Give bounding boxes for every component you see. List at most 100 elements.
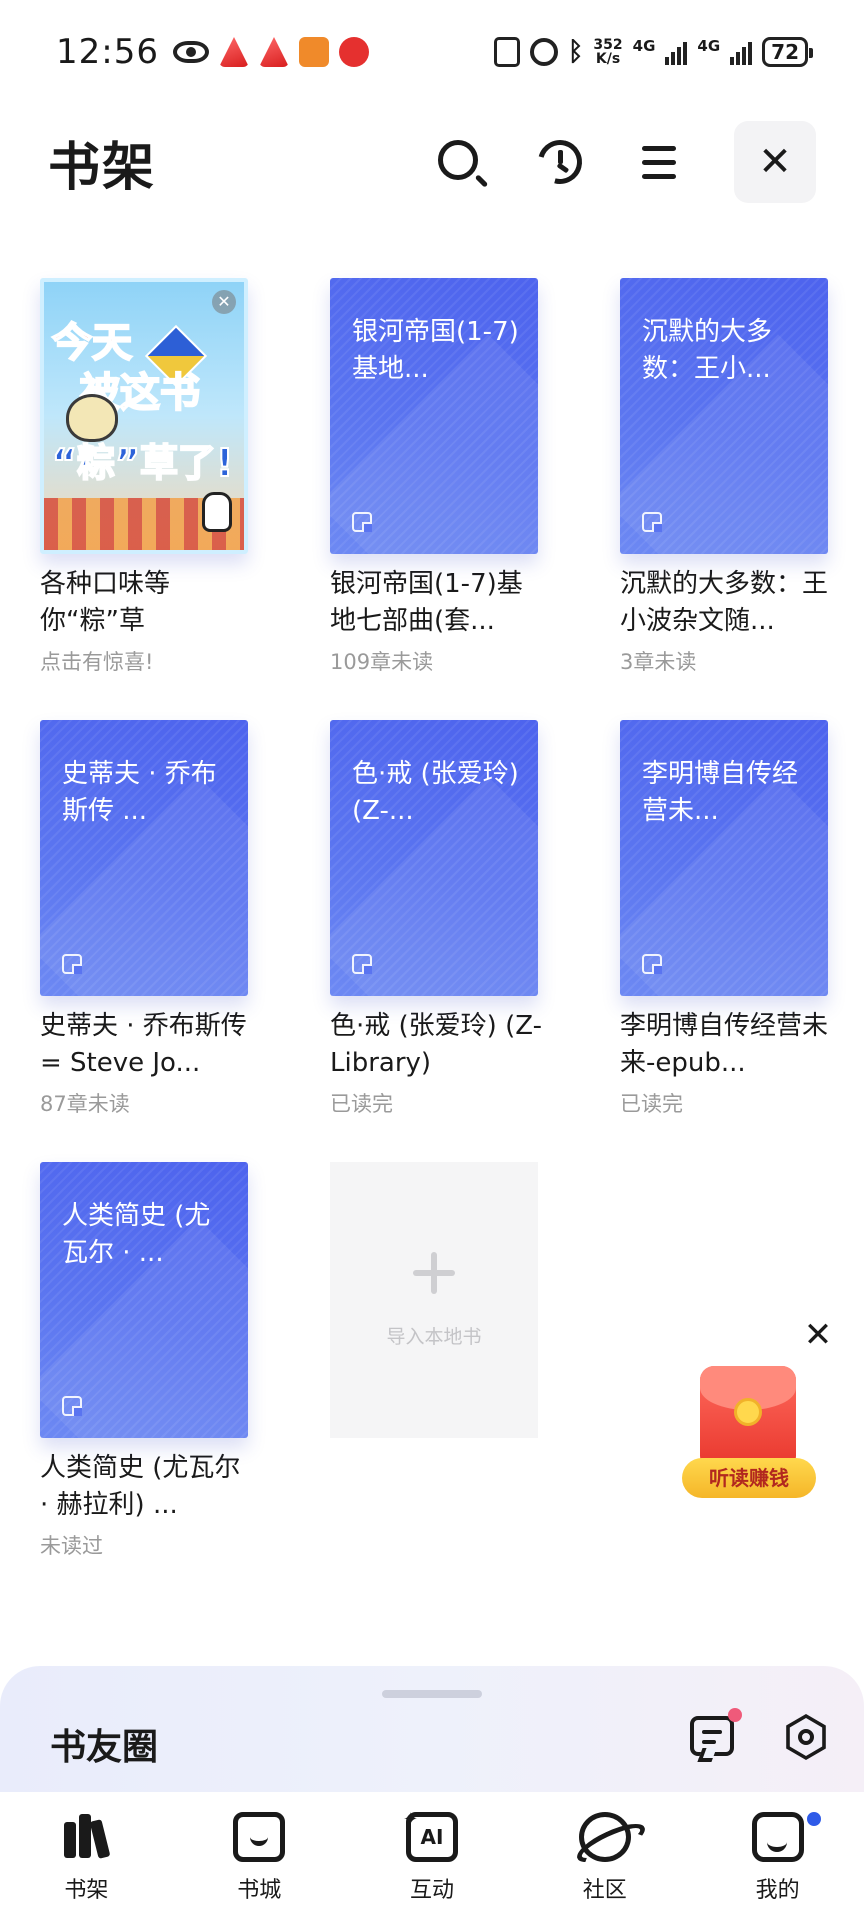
social-circle-bar[interactable]: 书友圈 — [0, 1666, 864, 1792]
book-status: 未读过 — [40, 1534, 103, 1558]
book-title[interactable]: 各种口味等你“粽”草 — [40, 566, 252, 640]
social-circle-title[interactable]: 书友圈 — [50, 1718, 158, 1770]
nav-label: 社区 — [582, 1878, 627, 1903]
cover-title: 银河帝国(1-7)基地... — [352, 317, 519, 384]
nav-item-bookshelf[interactable]: 书架 — [0, 1792, 173, 1920]
nav-label: 书城 — [237, 1878, 282, 1903]
book-status: 3章未读 — [620, 650, 697, 674]
profile-icon — [751, 1812, 804, 1862]
cover-title: 沉默的大多数：王小... — [642, 317, 773, 384]
cover-title: 色·戒 (张爱玲) (Z-... — [352, 759, 519, 826]
book-status: 87章未读 — [40, 1092, 130, 1116]
file-icon — [352, 512, 372, 532]
book-title[interactable]: 沉默的大多数：王小波杂文随... — [620, 566, 832, 640]
book-cover[interactable]: 李明博自传经营未... — [620, 720, 828, 996]
file-icon — [642, 512, 662, 532]
book-title[interactable]: 李明博自传经营未来-epub... — [620, 1008, 832, 1082]
nav-label: 书架 — [64, 1878, 109, 1903]
promo-cover[interactable]: 今天 被这书 “粽”草了! ✕ — [40, 278, 248, 554]
book-cover[interactable]: 银河帝国(1-7)基地... — [330, 278, 538, 554]
nav-label: 我的 — [755, 1878, 800, 1903]
bluetooth-icon: ᛒ — [567, 37, 584, 67]
app-icon — [338, 37, 369, 67]
file-icon — [642, 954, 662, 974]
signal-icon — [665, 39, 688, 65]
book-item[interactable]: 银河帝国(1-7)基地... 银河帝国(1-7)基地七部曲(套... 109章未… — [330, 278, 538, 720]
book-item[interactable]: 史蒂夫 · 乔布斯传 ... 史蒂夫 · 乔布斯传 = Steve Jo... … — [40, 720, 248, 1162]
app-icon — [218, 37, 249, 67]
book-cover[interactable]: 沉默的大多数：王小... — [620, 278, 828, 554]
network-speed-value: 352 — [593, 37, 623, 53]
book-cover[interactable]: 人类简史 (尤瓦尔 · ... — [40, 1162, 248, 1438]
cover-title: 史蒂夫 · 乔布斯传 ... — [62, 759, 217, 826]
import-label: 导入本地书 — [386, 1325, 482, 1348]
cover-title: 李明博自传经营未... — [642, 759, 799, 826]
bookstore-icon — [233, 1812, 286, 1862]
bottom-nav: 书架 书城 AI ✦ 互动 社区 我的 — [0, 1792, 864, 1920]
header-actions: ✕ — [434, 121, 816, 203]
plus-icon — [413, 1251, 455, 1294]
notification-icons — [172, 37, 369, 67]
book-cover[interactable]: 史蒂夫 · 乔布斯传 ... — [40, 720, 248, 996]
cover-title: 人类简史 (尤瓦尔 · ... — [62, 1201, 211, 1268]
book-item[interactable]: 人类简史 (尤瓦尔 · ... 人类简史 (尤瓦尔 · 赫拉利) ... 未读过 — [40, 1162, 248, 1604]
notification-dot — [805, 1810, 824, 1828]
planet-icon — [578, 1812, 631, 1862]
book-status: 已读完 — [330, 1092, 393, 1116]
book-status: 109章未读 — [330, 650, 434, 674]
status-bar: 12:56 ᛒ 352 K/s 4G 4G 72 — [0, 0, 864, 104]
nav-item-community[interactable]: 社区 — [518, 1792, 691, 1920]
promo-headline-3: “粽”草了! — [51, 440, 234, 486]
page-title: 书架 — [48, 137, 157, 198]
message-icon[interactable] — [690, 1716, 734, 1756]
nav-item-interaction[interactable]: AI ✦ 互动 — [346, 1792, 519, 1920]
nfc-icon — [493, 37, 520, 67]
book-item[interactable]: 色·戒 (张爱玲) (Z-... 色·戒 (张爱玲) (Z-Library) 已… — [330, 720, 542, 1162]
drag-handle[interactable] — [382, 1690, 482, 1698]
book-item[interactable]: 沉默的大多数：王小... 沉默的大多数：王小波杂文随... 3章未读 — [620, 278, 828, 720]
nav-label: 互动 — [409, 1878, 454, 1903]
import-local-book[interactable]: 导入本地书 — [330, 1162, 538, 1604]
battery-icon: 72 — [762, 37, 813, 67]
file-icon — [352, 954, 372, 974]
nav-item-bookstore[interactable]: 书城 — [173, 1792, 346, 1920]
ai-icon: AI ✦ — [403, 1809, 458, 1862]
network-speed: 352 K/s — [593, 38, 622, 66]
book-item[interactable]: 李明博自传经营未... 李明博自传经营未来-epub... 已读完 — [620, 720, 828, 1162]
promo-close-icon[interactable]: ✕ — [212, 290, 236, 314]
red-envelope-icon — [700, 1366, 796, 1470]
reward-close-icon[interactable]: ✕ — [802, 1318, 834, 1352]
menu-icon[interactable] — [634, 136, 686, 188]
reward-label[interactable]: 听读赚钱 — [682, 1458, 816, 1498]
book-title[interactable]: 色·戒 (张爱玲) (Z-Library) — [330, 1008, 542, 1082]
bookshelf-icon — [60, 1812, 112, 1862]
book-status: 点击有惊喜! — [40, 650, 154, 674]
eye-icon — [172, 41, 209, 63]
alarm-icon — [529, 38, 558, 66]
book-title[interactable]: 银河帝国(1-7)基地七部曲(套... — [330, 566, 542, 640]
book-title[interactable]: 史蒂夫 · 乔布斯传 = Steve Jo... — [40, 1008, 252, 1082]
notification-dot — [728, 1708, 742, 1722]
book-status: 已读完 — [620, 1092, 683, 1116]
nav-item-mine[interactable]: 我的 — [691, 1792, 864, 1920]
system-icons: ᛒ 352 K/s 4G 4G 72 — [493, 37, 813, 67]
close-button[interactable]: ✕ — [734, 121, 816, 203]
promo-card[interactable]: 今天 被这书 “粽”草了! ✕ 各种口味等你“粽”草 点击有惊喜! — [40, 278, 248, 720]
import-card[interactable]: 导入本地书 — [330, 1162, 538, 1438]
signal-icon — [730, 39, 753, 65]
file-icon — [62, 954, 82, 974]
header: 书架 ✕ — [0, 104, 864, 220]
status-time: 12:56 — [56, 32, 159, 72]
book-cover[interactable]: 色·戒 (张爱玲) (Z-... — [330, 720, 538, 996]
app-icon — [298, 37, 329, 67]
file-icon — [62, 1396, 82, 1416]
history-icon[interactable] — [529, 131, 591, 193]
listen-earn-widget[interactable]: 听读赚钱 — [682, 1366, 816, 1498]
network-type-label: 4G — [697, 37, 721, 55]
network-type-label: 4G — [632, 37, 656, 55]
settings-icon[interactable] — [784, 1714, 828, 1760]
app-icon — [258, 37, 289, 67]
book-title[interactable]: 人类简史 (尤瓦尔 · 赫拉利) ... — [40, 1450, 252, 1524]
search-icon[interactable] — [434, 136, 489, 188]
network-speed-unit: K/s — [595, 51, 621, 67]
